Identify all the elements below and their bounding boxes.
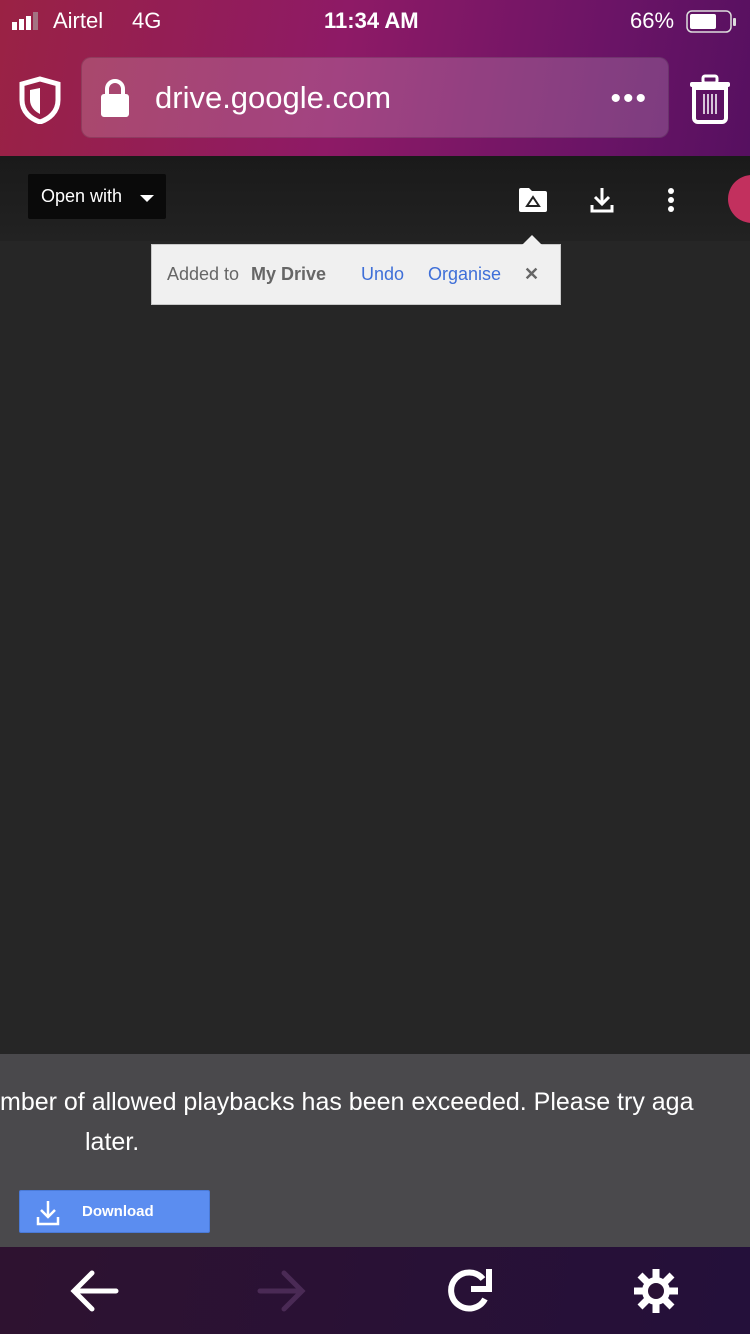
url-text: drive.google.com xyxy=(155,80,392,115)
error-message: mber of allowed playbacks has been excee… xyxy=(0,1088,694,1116)
network-type: 4G xyxy=(132,8,162,33)
error-message-cont: later. xyxy=(85,1128,140,1156)
address-bar[interactable]: drive.google.com ••• xyxy=(81,57,669,138)
more-options-icon[interactable] xyxy=(667,187,675,218)
toast-location: My Drive xyxy=(251,264,327,284)
download-button[interactable]: Download xyxy=(19,1190,210,1233)
open-with-label: Open with xyxy=(41,186,123,206)
back-arrow-icon[interactable] xyxy=(68,1269,120,1318)
battery-icon xyxy=(686,10,738,39)
undo-link[interactable]: Undo xyxy=(361,264,404,285)
battery-percent: 66% xyxy=(630,8,675,33)
settings-gear-icon[interactable] xyxy=(632,1267,680,1320)
signal-icon xyxy=(12,12,42,30)
lock-icon xyxy=(100,78,130,123)
error-panel: mber of allowed playbacks has been excee… xyxy=(0,1054,750,1247)
added-toast: Added to My Drive Undo Organise ✕ xyxy=(151,235,561,305)
browser-header: Airtel 4G 11:34 AM 66% drive.google.com … xyxy=(0,0,750,156)
add-to-drive-icon[interactable] xyxy=(518,187,548,218)
download-icon[interactable] xyxy=(590,186,614,219)
trash-icon[interactable] xyxy=(688,74,732,129)
shield-icon[interactable] xyxy=(18,76,62,129)
open-with-button[interactable]: Open with xyxy=(28,174,166,219)
close-icon[interactable]: ✕ xyxy=(524,264,539,285)
organise-link[interactable]: Organise xyxy=(428,264,501,285)
forward-arrow-icon[interactable] xyxy=(256,1269,308,1318)
more-icon[interactable]: ••• xyxy=(610,82,648,116)
carrier: Airtel xyxy=(53,8,104,33)
dropdown-arrow-icon xyxy=(140,195,154,202)
download-label: Download xyxy=(82,1203,154,1220)
toast-prefix: Added to xyxy=(167,264,240,284)
browser-bottom-bar xyxy=(0,1247,750,1334)
download-icon xyxy=(36,1200,60,1230)
reload-icon[interactable] xyxy=(445,1267,495,1320)
clock: 11:34 AM xyxy=(324,8,419,33)
